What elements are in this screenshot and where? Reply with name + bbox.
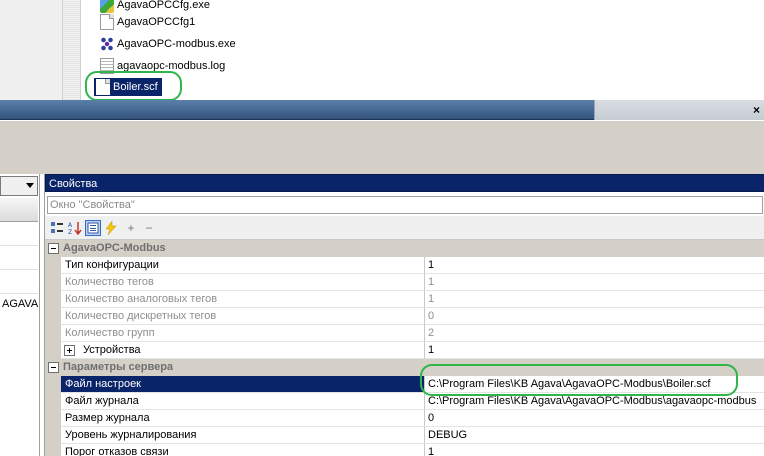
file-name: Boiler.scf (113, 81, 158, 93)
log-file-icon (100, 58, 114, 74)
property-value[interactable]: C:\Program Files\KB Agava\AgavaOPC-Modbu… (425, 393, 764, 410)
explorer-left-pane (0, 0, 62, 100)
events-button[interactable] (103, 220, 119, 236)
left-panel-item-text[interactable]: AGAVA (2, 298, 38, 310)
left-panel-row[interactable] (0, 270, 38, 294)
property-name: Порог отказов связи (61, 444, 425, 456)
sort-az-icon: A Z (68, 222, 82, 235)
svg-text:A: A (68, 222, 73, 229)
property-name: Размер журнала (61, 410, 425, 427)
property-name: Файл настроек (61, 376, 425, 393)
file-name: AgavaOPCCfg1 (117, 16, 196, 28)
explorer-scrollbar[interactable] (62, 0, 81, 100)
row-gutter (45, 291, 61, 308)
alphabetical-button[interactable]: A Z (67, 220, 83, 236)
categorized-icon (51, 222, 63, 233)
property-value[interactable]: 0 (425, 410, 764, 427)
file-name: agavaopc-modbus.log (117, 60, 226, 72)
file-item-agavaopccfg-exe[interactable]: AgavaOPCCfg.exe (100, 0, 210, 14)
file-name: AgavaOPCCfg.exe (117, 0, 210, 11)
row-gutter (45, 427, 61, 444)
properties-title: Свойства (45, 174, 764, 192)
categorized-button[interactable] (49, 220, 65, 236)
modbus-app-icon (100, 36, 114, 52)
row-gutter (45, 393, 61, 410)
collapse-icon[interactable] (48, 243, 59, 254)
property-row[interactable]: Уровень журналирования DEBUG (45, 427, 764, 444)
row-gutter (45, 274, 61, 291)
expand-icon[interactable] (64, 345, 75, 356)
property-name: Уровень журналирования (61, 427, 425, 444)
property-value: 1 (425, 291, 764, 308)
collapse-icon[interactable] (48, 362, 59, 373)
document-icon (96, 79, 110, 95)
row-gutter (45, 376, 61, 393)
property-name: Количество групп (61, 325, 425, 342)
left-panel-header (0, 198, 38, 222)
category-label: AgavaOPC-Modbus (63, 242, 166, 254)
row-gutter (45, 257, 61, 274)
file-explorer: AgavaOPCCfg.exe AgavaOPCCfg1 AgavaOPC-mo… (0, 0, 764, 101)
row-gutter (45, 325, 61, 342)
property-name: Количество дискретных тегов (61, 308, 425, 325)
chevron-down-icon (26, 183, 34, 188)
row-gutter (45, 444, 61, 456)
remove-button[interactable]: − (141, 220, 157, 236)
property-name: Тип конфигурации (61, 257, 425, 274)
left-panel: AGAVA (0, 174, 40, 456)
row-gutter (45, 342, 61, 359)
property-value: 2 (425, 325, 764, 342)
window-titlebar: × (0, 100, 764, 120)
file-name: AgavaOPC-modbus.exe (117, 38, 236, 50)
property-value[interactable]: 1 (425, 342, 764, 359)
row-gutter (45, 308, 61, 325)
row-gutter (45, 410, 61, 427)
property-name: Устройства (61, 342, 425, 359)
properties-panel: Свойства Окно "Свойства" A Z + − AgavaOP… (44, 174, 764, 456)
titlebar-controls: × (594, 100, 764, 120)
properties-page-button[interactable] (85, 220, 101, 236)
properties-object-selector[interactable]: Окно "Свойства" (47, 196, 763, 214)
property-name: Количество аналоговых тегов (61, 291, 425, 308)
property-row[interactable]: Количество тегов 1 (45, 274, 764, 291)
category-label: Параметры сервера (63, 361, 174, 373)
left-panel-row[interactable] (0, 222, 38, 246)
file-item-boiler-scf[interactable]: Boiler.scf (94, 78, 162, 96)
property-row[interactable]: Тип конфигурации 1 (45, 257, 764, 274)
property-row[interactable]: Размер журнала 0 (45, 410, 764, 427)
properties-page-icon (87, 222, 99, 234)
property-value[interactable]: DEBUG (425, 427, 764, 444)
property-value[interactable]: 1 (425, 444, 764, 456)
property-row[interactable]: Количество групп 2 (45, 325, 764, 342)
file-item-agavaopc-modbus-log[interactable]: agavaopc-modbus.log (100, 57, 225, 75)
category-server-parameters[interactable]: Параметры сервера (45, 359, 764, 376)
property-value: 0 (425, 308, 764, 325)
property-row-settings-file[interactable]: Файл настроек C:\Program Files\KB Agava\… (45, 376, 764, 393)
document-icon (100, 14, 114, 30)
property-row-devices[interactable]: Устройства 1 (45, 342, 764, 359)
property-row[interactable]: Количество аналоговых тегов 1 (45, 291, 764, 308)
toolbar-area (0, 121, 764, 174)
property-grid: AgavaOPC-Modbus Тип конфигурации 1 Колич… (45, 240, 764, 456)
property-value[interactable]: C:\Program Files\KB Agava\AgavaOPC-Modbu… (425, 376, 764, 393)
lightning-icon (105, 221, 117, 235)
property-row[interactable]: Количество дискретных тегов 0 (45, 308, 764, 325)
property-row[interactable]: Файл журнала C:\Program Files\KB Agava\A… (45, 393, 764, 410)
file-item-agavaopccfg1[interactable]: AgavaOPCCfg1 (100, 13, 195, 31)
svg-text:Z: Z (68, 229, 72, 235)
add-button[interactable]: + (123, 220, 139, 236)
property-value[interactable]: 1 (425, 257, 764, 274)
property-name: Файл журнала (61, 393, 425, 410)
property-row[interactable]: Порог отказов связи 1 (45, 444, 764, 456)
category-agavaopc-modbus[interactable]: AgavaOPC-Modbus (45, 240, 764, 257)
close-icon[interactable]: × (753, 103, 760, 117)
property-name: Количество тегов (61, 274, 425, 291)
left-panel-dropdown[interactable] (0, 176, 38, 196)
left-panel-row[interactable] (0, 246, 38, 270)
properties-toolbar: A Z + − (45, 216, 764, 240)
file-item-agavaopc-modbus-exe[interactable]: AgavaOPC-modbus.exe (100, 35, 236, 53)
property-value: 1 (425, 274, 764, 291)
app-config-icon (100, 0, 114, 13)
